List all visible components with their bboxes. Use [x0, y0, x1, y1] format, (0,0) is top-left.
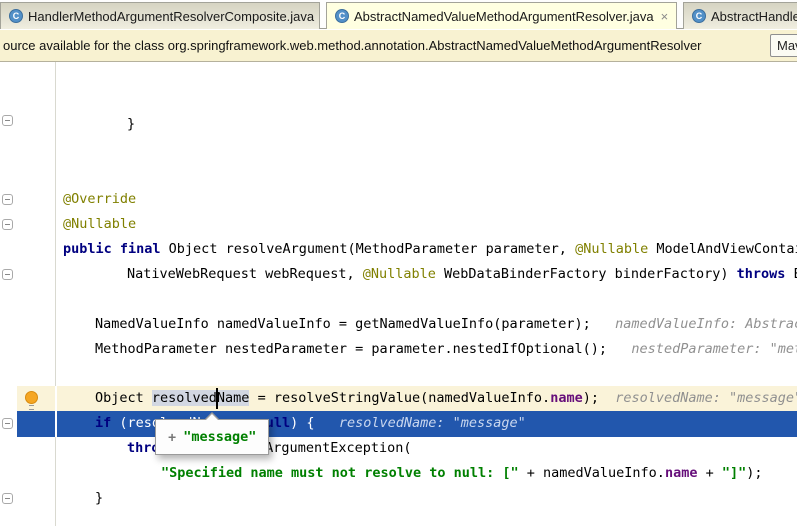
intention-bulb-icon[interactable] [25, 391, 38, 404]
code-line: @Nullable [63, 212, 136, 237]
fold-marker-icon[interactable] [2, 194, 13, 205]
editor-tab-bar: C HandlerMethodArgumentResolverComposite.… [0, 0, 797, 29]
tab-close-icon[interactable]: × [661, 9, 669, 24]
fold-marker-icon[interactable] [2, 493, 13, 504]
editor-tab-2[interactable]: C AbstractHandle [683, 2, 797, 29]
editor-tab-0[interactable]: C HandlerMethodArgumentResolverComposite.… [0, 2, 320, 29]
code-editor[interactable]: } @Override@Nullablepublic final Object r… [0, 62, 797, 526]
text-caret [216, 388, 218, 409]
code-line: NativeWebRequest webRequest, @Nullable W… [127, 262, 797, 287]
class-icon: C [9, 9, 23, 23]
code-line: public final Object resolveArgument(Meth… [63, 237, 797, 262]
fold-marker-icon[interactable] [2, 219, 13, 230]
class-icon: C [692, 9, 706, 23]
code-line: "Specified name must not resolve to null… [161, 461, 763, 486]
class-icon: C [335, 9, 349, 23]
fold-marker-icon[interactable] [2, 269, 13, 280]
code-line: Object resolvedName = resolveStringValue… [95, 386, 797, 411]
gutter-separator [55, 62, 56, 526]
expand-icon[interactable]: + [168, 429, 176, 445]
code-line: } [127, 112, 135, 137]
library-source-banner: ource available for the class org.spring… [0, 30, 797, 62]
fold-marker-icon[interactable] [2, 115, 13, 126]
editor-tab-1[interactable]: C AbstractNamedValueMethodArgumentResolve… [326, 2, 677, 29]
banner-message: ource available for the class org.spring… [3, 30, 702, 61]
tab-label: AbstractNamedValueMethodArgumentResolver… [354, 9, 654, 24]
code-line: @Override [63, 187, 136, 212]
debug-value-tooltip[interactable]: + "message" [155, 419, 269, 455]
ide-window: C HandlerMethodArgumentResolverComposite.… [0, 0, 797, 526]
code-line: MethodParameter nestedParameter = parame… [95, 337, 797, 362]
fold-marker-icon[interactable] [2, 418, 13, 429]
code-line: NamedValueInfo namedValueInfo = getNamed… [95, 312, 797, 337]
maven-button[interactable]: Mav [770, 34, 797, 57]
tab-label: HandlerMethodArgumentResolverComposite.j… [28, 9, 314, 24]
tooltip-value: "message" [183, 429, 256, 445]
code-line: } [95, 486, 103, 511]
tab-label: AbstractHandle [711, 9, 797, 24]
